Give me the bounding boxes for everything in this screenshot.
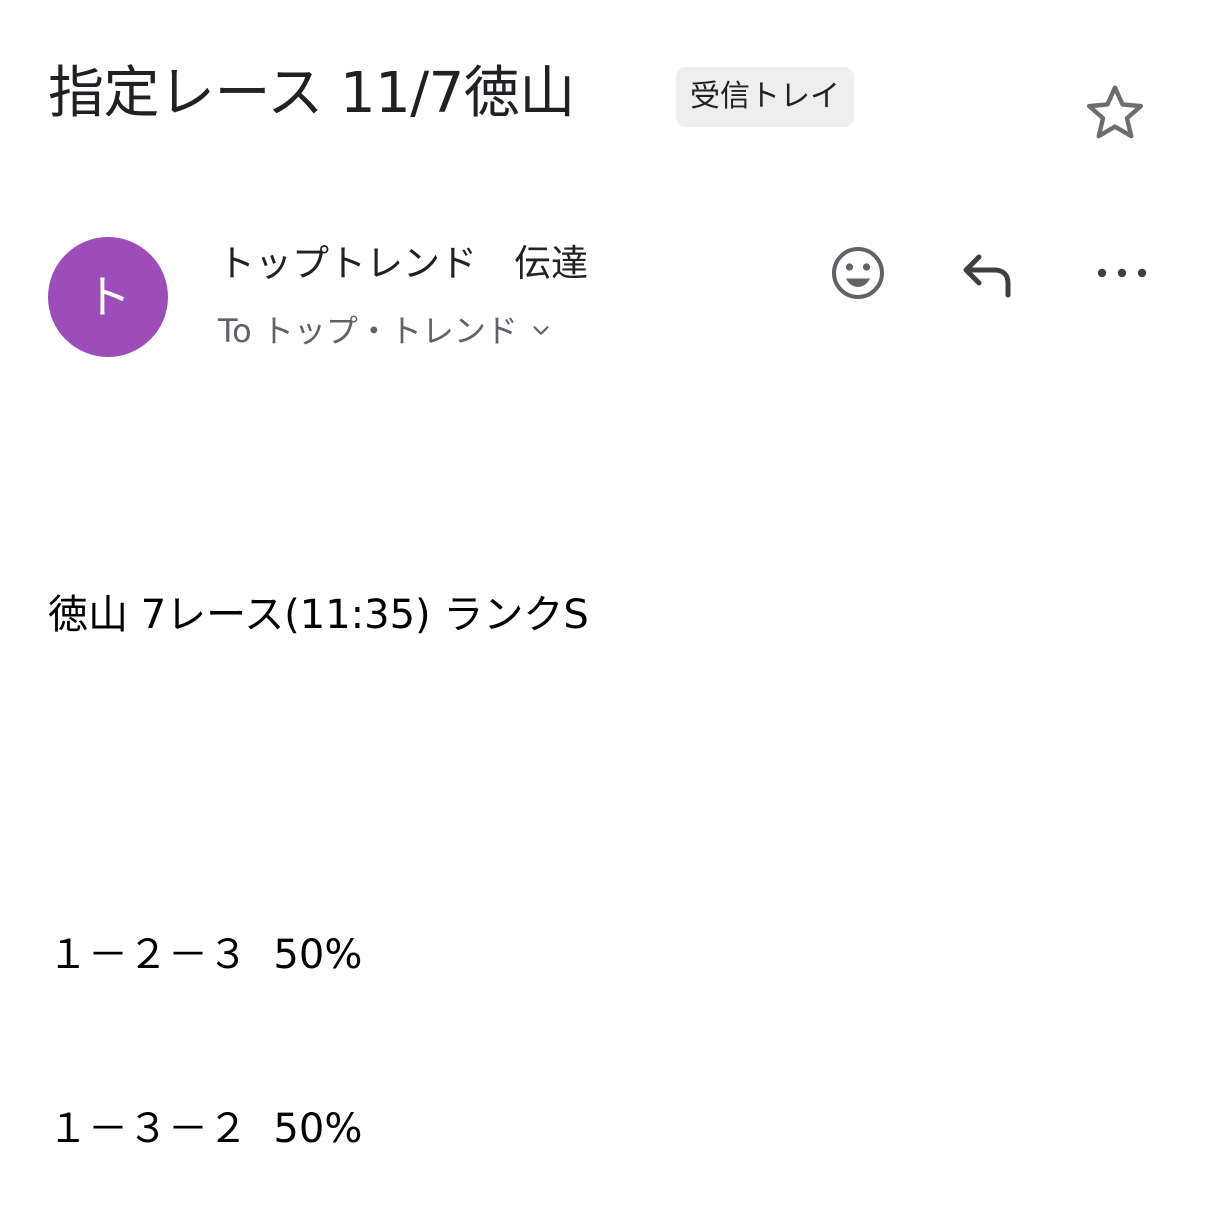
body-line: 徳山 7レース(11:35) ランクS	[48, 592, 589, 638]
reply-button[interactable]	[957, 240, 1023, 306]
more-options-button[interactable]	[1089, 240, 1155, 306]
more-vertical-icon	[1089, 240, 1155, 306]
avatar[interactable]: ト	[48, 237, 168, 357]
email-body: 徳山 7レース(11:35) ランクS １－２－３ 50% １－３－２ 50%	[48, 470, 589, 1216]
emoji-icon	[825, 240, 891, 306]
sender-name[interactable]: トップトレンド 伝達	[218, 238, 588, 290]
recipient-toggle[interactable]: To トップ・トレンド	[218, 307, 552, 355]
emoji-reaction-button[interactable]	[825, 240, 891, 306]
chevron-down-icon	[530, 320, 552, 342]
star-button[interactable]	[1080, 80, 1150, 146]
label-chip-inbox[interactable]: 受信トレイ	[676, 67, 854, 127]
body-line: １－２－３ 50%	[48, 932, 363, 978]
star-icon	[1080, 85, 1150, 150]
body-line: １－３－２ 50%	[48, 1106, 363, 1152]
email-subject: 指定レース 11/7徳山	[48, 61, 575, 126]
recipient-text: To トップ・トレンド	[218, 312, 518, 350]
reply-icon	[957, 240, 1023, 306]
